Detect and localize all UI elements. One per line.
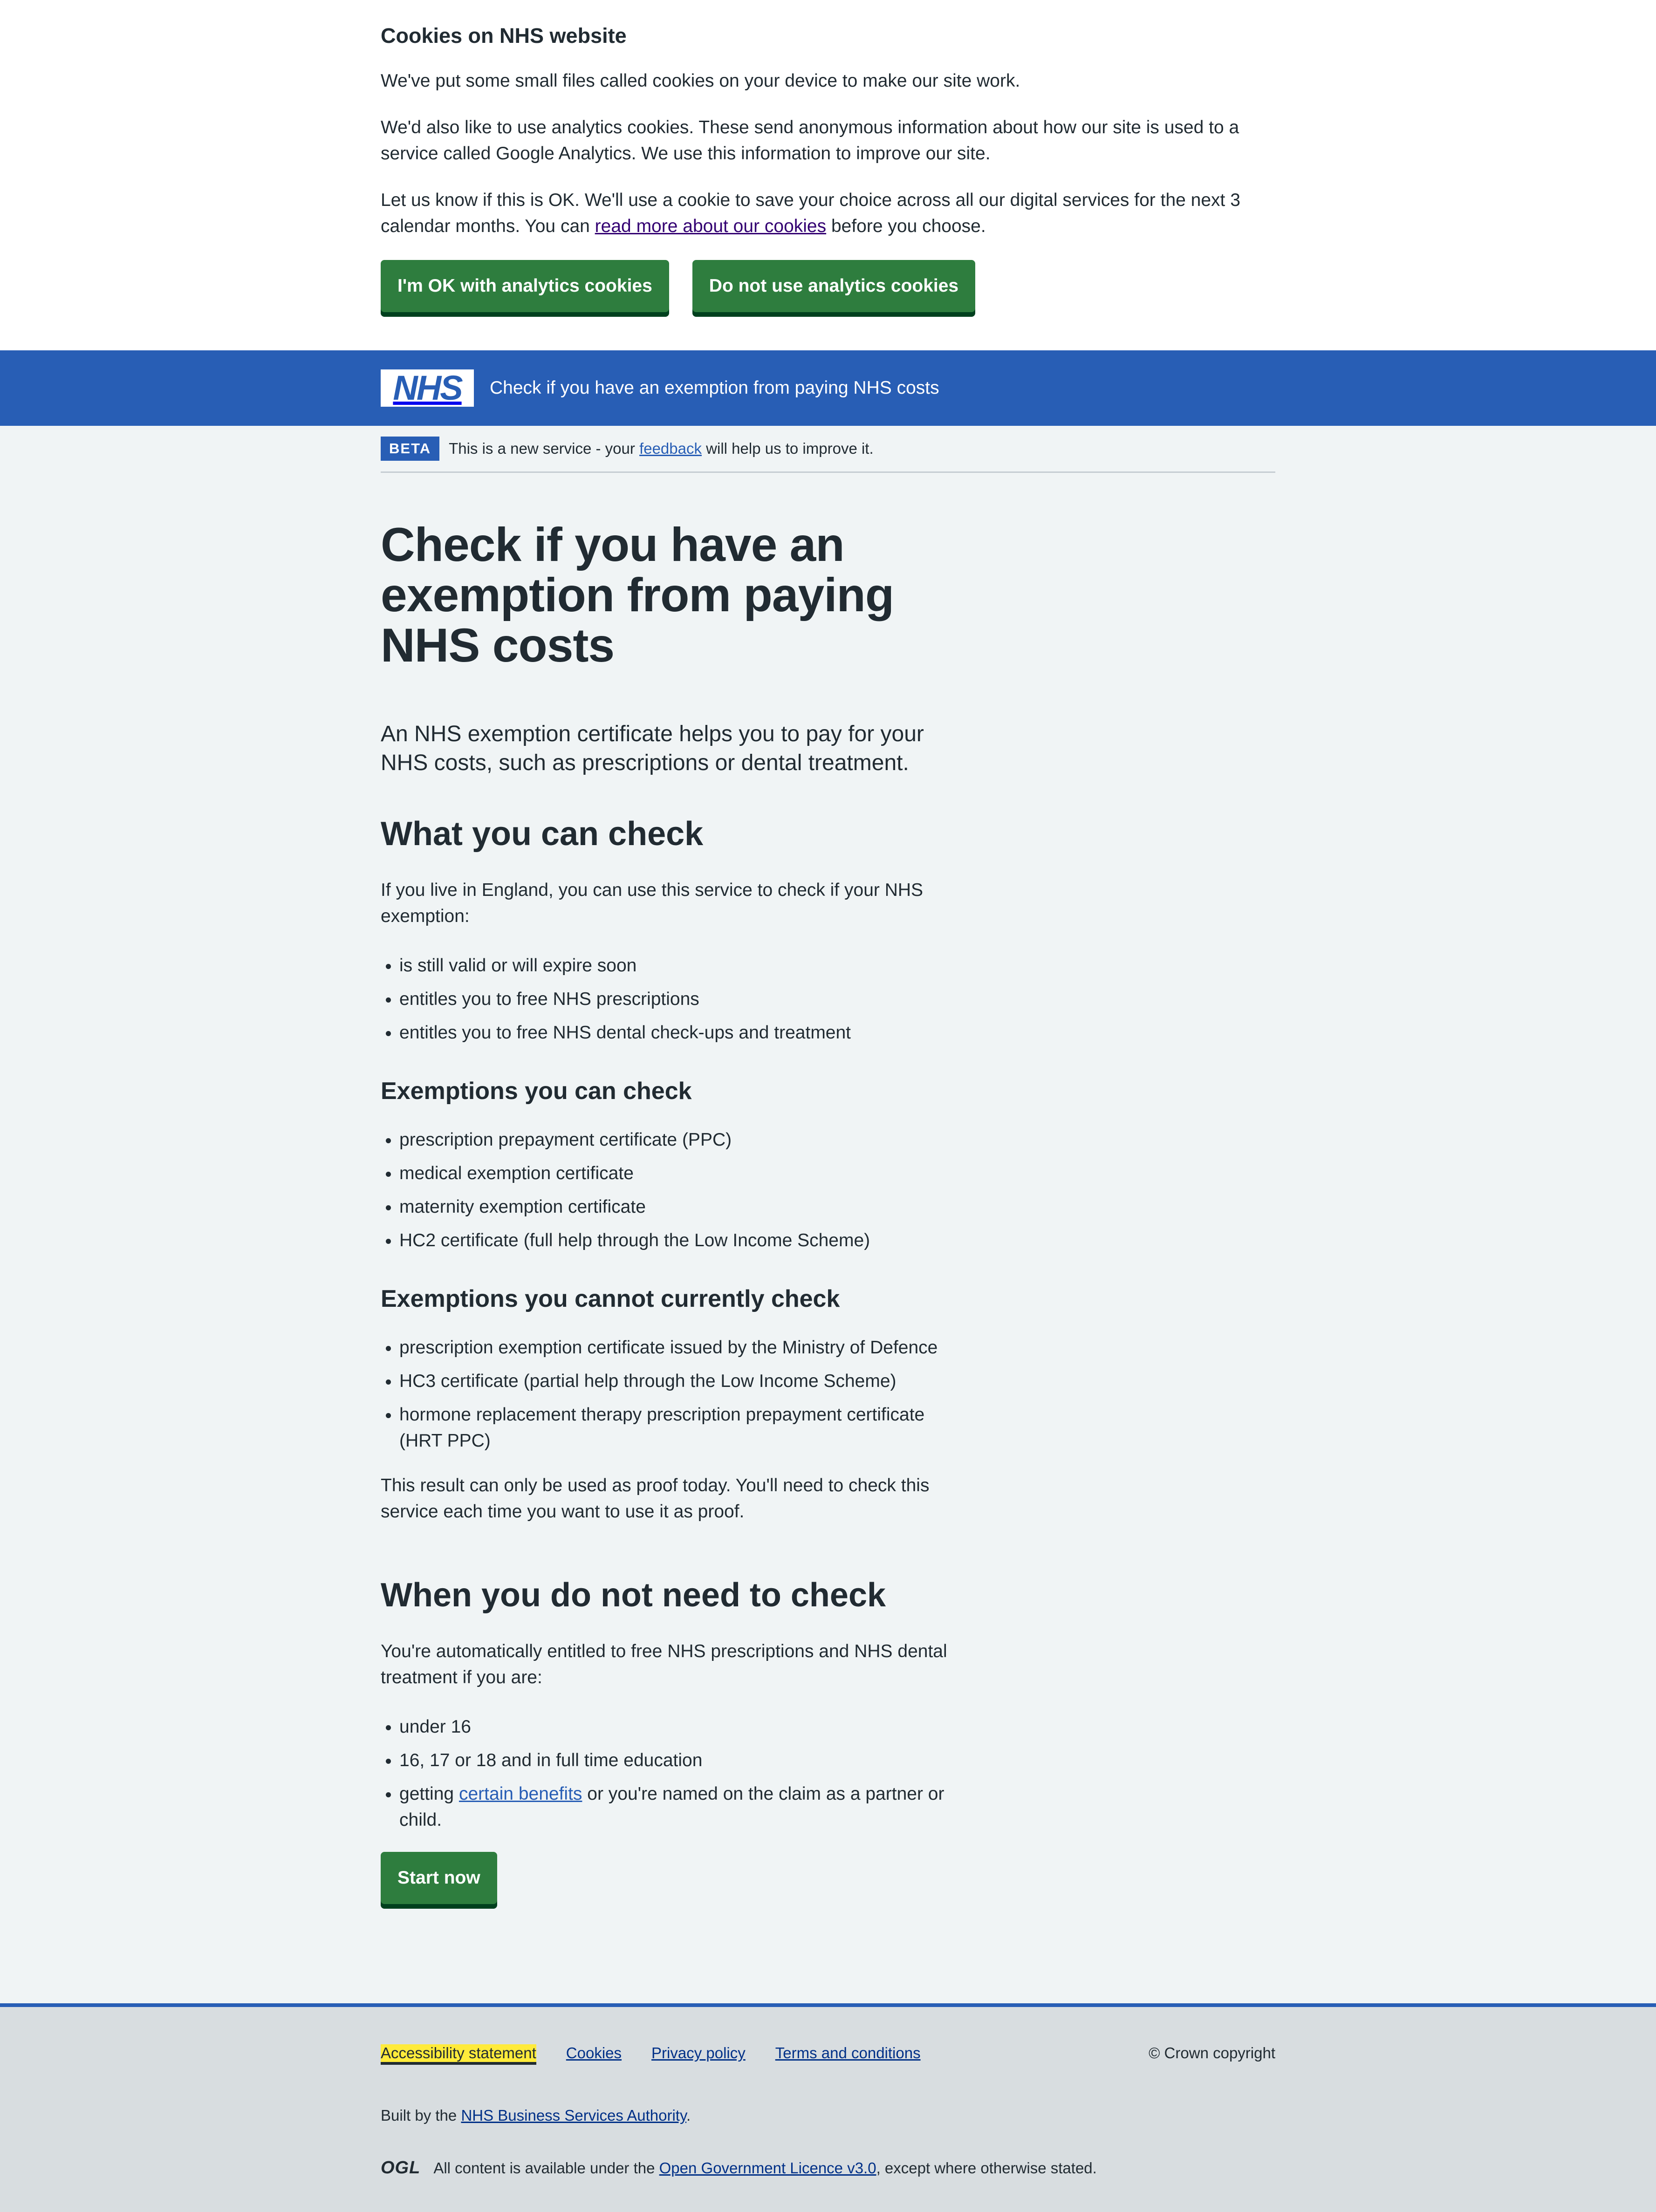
footer-link-terms[interactable]: Terms and conditions: [775, 2044, 921, 2062]
feedback-link[interactable]: feedback: [639, 440, 702, 457]
copyright: © Crown copyright: [1149, 2044, 1275, 2062]
lead-paragraph: An NHS exemption certificate helps you t…: [381, 722, 924, 775]
footer-link-privacy[interactable]: Privacy policy: [651, 2044, 746, 2062]
site-header: NHS Check if you have an exemption from …: [0, 350, 1656, 426]
reject-analytics-cookies-button[interactable]: Do not use analytics cookies: [692, 260, 976, 312]
footer-link-cookies[interactable]: Cookies: [566, 2044, 622, 2062]
ogl-licence-link[interactable]: Open Government Licence v3.0: [659, 2159, 876, 2177]
cookie-banner-text: We'd also like to use analytics cookies.…: [381, 117, 1239, 164]
what-intro: If you live in England, you can use this…: [381, 880, 924, 926]
list-item: prescription prepayment certificate (PPC…: [399, 1127, 968, 1153]
proof-note: This result can only be used as proof to…: [381, 1475, 930, 1522]
nhs-logo[interactable]: NHS: [381, 369, 474, 407]
footer-links: Accessibility statement Cookies Privacy …: [381, 2044, 1275, 2062]
certain-benefits-link[interactable]: certain benefits: [459, 1784, 582, 1804]
cannot-check-list: prescription exemption certificate issue…: [381, 1335, 968, 1454]
list-item: entitles you to free NHS prescriptions: [399, 986, 968, 1012]
cookie-banner-text: We've put some small files called cookie…: [381, 71, 1020, 91]
list-item: under 16: [399, 1714, 968, 1740]
built-by: Built by the NHS Business Services Autho…: [381, 2107, 691, 2124]
list-item: hormone replacement therapy prescription…: [399, 1402, 968, 1454]
list-item: maternity exemption certificate: [399, 1194, 968, 1220]
nhsbsa-link[interactable]: NHS Business Services Authority: [461, 2107, 686, 2124]
phase-banner: BETA This is a new service - your feedba…: [381, 426, 1275, 473]
section-heading-what: What you can check: [381, 815, 704, 853]
section-heading-cannot: Exemptions you cannot currently check: [381, 1285, 840, 1312]
what-list: is still valid or will expire soon entit…: [381, 953, 968, 1046]
cookie-banner-title: Cookies on NHS website: [381, 24, 627, 48]
licence: OGL All content is available under the O…: [381, 2158, 1097, 2178]
read-more-cookies-link[interactable]: read more about our cookies: [595, 216, 826, 236]
can-check-list: prescription prepayment certificate (PPC…: [381, 1127, 968, 1254]
start-now-button[interactable]: Start now: [381, 1852, 497, 1904]
footer-link-accessibility[interactable]: Accessibility statement: [381, 2044, 536, 2062]
section-heading-when: When you do not need to check: [381, 1577, 886, 1614]
list-item: 16, 17 or 18 and in full time education: [399, 1748, 968, 1774]
site-footer: Accessibility statement Cookies Privacy …: [0, 2003, 1656, 2212]
when-list: under 16 16, 17 or 18 and in full time e…: [381, 1714, 968, 1833]
when-intro: You're automatically entitled to free NH…: [381, 1641, 947, 1687]
list-item: is still valid or will expire soon: [399, 953, 968, 979]
list-item: prescription exemption certificate issue…: [399, 1335, 968, 1361]
list-item: getting certain benefits or you're named…: [399, 1781, 968, 1833]
list-item: entitles you to free NHS dental check-up…: [399, 1020, 968, 1046]
accept-analytics-cookies-button[interactable]: I'm OK with analytics cookies: [381, 260, 669, 312]
page-title: Check if you have an exemption from payi…: [381, 518, 894, 672]
ogl-logo-icon: OGL: [381, 2158, 421, 2178]
service-name-link[interactable]: Check if you have an exemption from payi…: [490, 378, 939, 398]
list-item: HC3 certificate (partial help through th…: [399, 1368, 968, 1394]
list-item: medical exemption certificate: [399, 1161, 968, 1187]
cookie-banner: Cookies on NHS website We've put some sm…: [0, 0, 1656, 350]
section-heading-can: Exemptions you can check: [381, 1078, 692, 1105]
cookie-banner-text: Let us know if this is OK. We'll use a c…: [381, 190, 1240, 236]
beta-tag: BETA: [381, 437, 440, 461]
list-item: HC2 certificate (full help through the L…: [399, 1228, 968, 1254]
main-content: Check if you have an exemption from payi…: [0, 473, 1656, 1904]
